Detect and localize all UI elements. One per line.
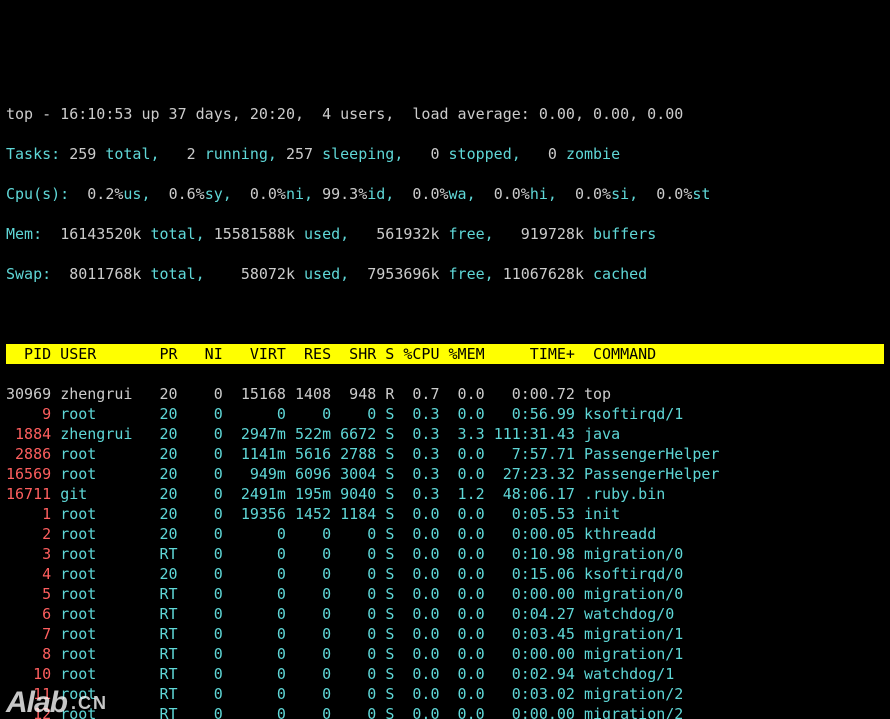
cpu-line: Cpu(s): 0.2%us, 0.6%sy, 0.0%ni, 99.3%id,… [6,184,884,204]
table-row: 4 root 20 0 0 0 0 S 0.0 0.0 0:15.06 ksof… [6,564,884,584]
table-row: 12 root RT 0 0 0 0 S 0.0 0.0 0:00.00 mig… [6,704,884,719]
table-row: 11 root RT 0 0 0 0 S 0.0 0.0 0:03.02 mig… [6,684,884,704]
table-row: 8 root RT 0 0 0 0 S 0.0 0.0 0:00.00 migr… [6,644,884,664]
table-row: 5 root RT 0 0 0 0 S 0.0 0.0 0:00.00 migr… [6,584,884,604]
mem-line: Mem: 16143520k total, 15581588k used, 56… [6,224,884,244]
table-row: 3 root RT 0 0 0 0 S 0.0 0.0 0:10.98 migr… [6,544,884,564]
table-row: 16711 git 20 0 2491m 195m 9040 S 0.3 1.2… [6,484,884,504]
process-list: 30969 zhengrui 20 0 15168 1408 948 R 0.7… [6,384,884,719]
tasks-line: Tasks: 259 total, 2 running, 257 sleepin… [6,144,884,164]
table-row: 7 root RT 0 0 0 0 S 0.0 0.0 0:03.45 migr… [6,624,884,644]
table-row: 6 root RT 0 0 0 0 S 0.0 0.0 0:04.27 watc… [6,604,884,624]
table-row: 9 root 20 0 0 0 0 S 0.3 0.0 0:56.99 ksof… [6,404,884,424]
table-row: 2 root 20 0 0 0 0 S 0.0 0.0 0:00.05 kthr… [6,524,884,544]
table-row: 1884 zhengrui 20 0 2947m 522m 6672 S 0.3… [6,424,884,444]
table-row: 2886 root 20 0 1141m 5616 2788 S 0.3 0.0… [6,444,884,464]
swap-line: Swap: 8011768k total, 58072k used, 79536… [6,264,884,284]
table-row: 30969 zhengrui 20 0 15168 1408 948 R 0.7… [6,384,884,404]
uptime-line: top - 16:10:53 up 37 days, 20:20, 4 user… [6,104,884,124]
table-row: 10 root RT 0 0 0 0 S 0.0 0.0 0:02.94 wat… [6,664,884,684]
terminal[interactable]: top - 16:10:53 up 37 days, 20:20, 4 user… [0,80,890,719]
table-row: 16569 root 20 0 949m 6096 3004 S 0.3 0.0… [6,464,884,484]
blank-line [6,304,884,324]
table-row: 1 root 20 0 19356 1452 1184 S 0.0 0.0 0:… [6,504,884,524]
column-header: PID USER PR NI VIRT RES SHR S %CPU %MEM … [6,344,884,364]
